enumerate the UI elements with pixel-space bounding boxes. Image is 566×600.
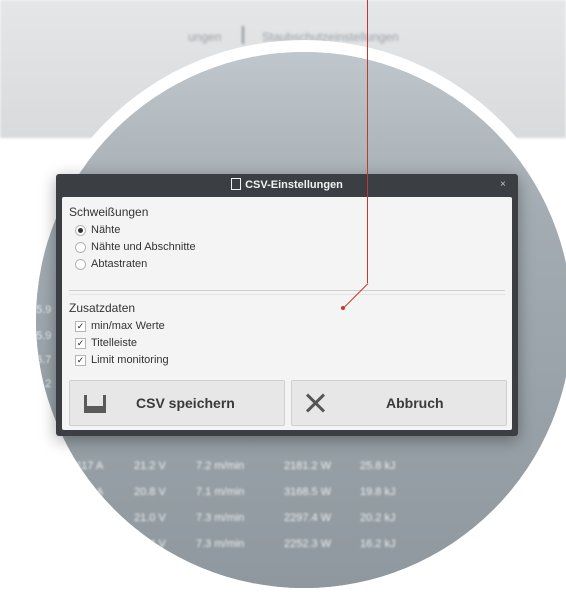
background-value: 16.7	[36, 354, 52, 366]
checkbox-title-bar[interactable]: ✓ Titelleiste	[75, 337, 137, 349]
radio-seams-and-sections[interactable]: Nähte und Abschnitte	[75, 241, 196, 253]
table-row: 117 A 21.2 V 7.2 m/min 2181.2 W 25.8 kJ	[76, 460, 396, 472]
callout-dot	[341, 306, 345, 310]
close-x-icon	[304, 392, 326, 414]
checkbox[interactable]: ✓	[75, 337, 86, 349]
save-tray-icon	[84, 393, 106, 413]
dialog-title: CSV-Einstellungen	[245, 179, 343, 191]
cancel-button[interactable]: Abbruch	[291, 380, 507, 426]
save-csv-label: CSV speichern	[136, 395, 235, 411]
document-icon	[231, 178, 242, 190]
dialog-body: Schweißungen Nähte Nähte und Abschnitte …	[62, 197, 512, 430]
radio-button[interactable]	[75, 224, 86, 236]
tab-separator	[242, 26, 244, 44]
dialog-title-bar: CSV-Einstellungen	[56, 174, 518, 196]
table-row: 116 A 20.8 V 7.1 m/min 3168.5 W 19.8 kJ	[76, 486, 396, 498]
callout-line	[367, 0, 368, 283]
close-icon[interactable]: ×	[500, 180, 510, 190]
save-csv-button[interactable]: CSV speichern	[69, 380, 285, 426]
radio-sample-rates[interactable]: Abtastraten	[75, 258, 147, 270]
table-row: A 21.0 V 7.3 m/min 2297.4 W 20.2 kJ	[76, 512, 396, 524]
table-row: 21.4 V 7.3 m/min 2252.3 W 16.2 kJ	[134, 538, 396, 550]
cancel-label: Abbruch	[386, 395, 444, 411]
extra-data-section-label: Zusatzdaten	[69, 301, 136, 315]
background-tab: ungen	[188, 30, 222, 44]
radio-button[interactable]	[75, 258, 86, 270]
welds-section-label: Schweißungen	[69, 205, 149, 219]
background-value: 15.9	[36, 330, 52, 342]
checkbox[interactable]: ✓	[75, 354, 86, 366]
checkbox-limit-monitoring[interactable]: ✓ Limit monitoring	[75, 354, 169, 366]
divider	[69, 290, 505, 291]
background-value: 15.9	[36, 304, 52, 316]
divider	[69, 294, 505, 295]
checkbox[interactable]: ✓	[75, 320, 86, 332]
checkbox-min-max-values[interactable]: ✓ min/max Werte	[75, 320, 165, 332]
radio-seams[interactable]: Nähte	[75, 224, 120, 236]
background-value: 17.3	[36, 404, 52, 416]
background-value: 17.2	[36, 378, 52, 390]
radio-button[interactable]	[75, 241, 86, 253]
csv-settings-dialog: CSV-Einstellungen × Schweißungen Nähte N…	[56, 174, 518, 436]
